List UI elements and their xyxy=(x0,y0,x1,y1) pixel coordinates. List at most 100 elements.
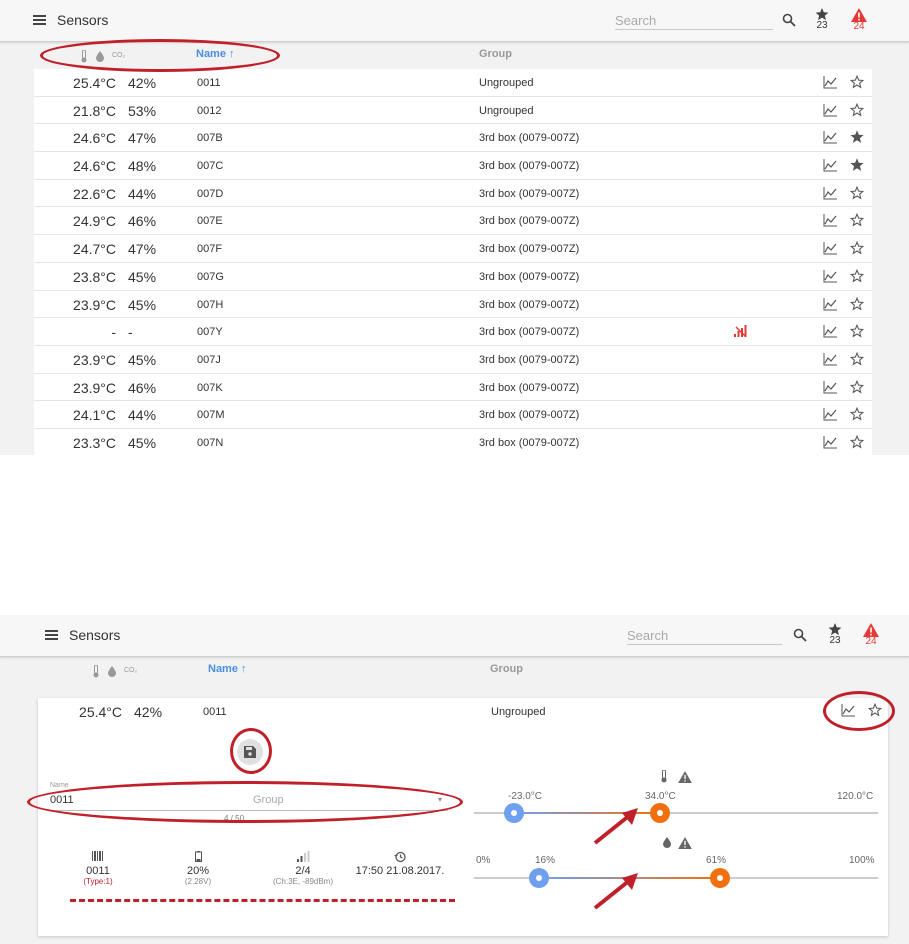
sensor-name: 007J xyxy=(197,353,221,366)
chart-icon[interactable] xyxy=(823,408,837,424)
sensor-name: 007M xyxy=(197,409,225,422)
star-outline-icon[interactable] xyxy=(849,296,865,314)
sensor-row[interactable]: 23.9°C 45% 007H 3rd box (0079-007Z) xyxy=(34,291,872,319)
star-outline-icon[interactable] xyxy=(849,240,865,258)
star-outline-icon[interactable] xyxy=(849,213,865,230)
chart-icon[interactable] xyxy=(823,269,837,286)
sensor-group: 3rd box (0079-007Z) xyxy=(479,436,580,449)
hum-max-label: 100% xyxy=(849,855,875,866)
chart-icon[interactable] xyxy=(823,76,837,92)
app-title: Sensors xyxy=(57,12,109,28)
sensor-row[interactable]: 22.6°C 44% 007D 3rd box (0079-007Z) xyxy=(34,180,872,208)
star-outline-icon[interactable] xyxy=(849,102,865,120)
chart-icon[interactable] xyxy=(823,325,837,341)
group-header[interactable]: Group xyxy=(479,48,512,60)
thermometer-icon xyxy=(661,770,667,783)
sensor-group: 3rd box (0079-007Z) xyxy=(479,326,580,339)
sensor-row[interactable]: 24.6°C 47% 007B 3rd box (0079-007Z) xyxy=(34,124,872,153)
sensor-row[interactable]: 23.9°C 46% 007K 3rd box (0079-007Z) xyxy=(34,374,872,402)
temp-min-label: -23.0°C xyxy=(508,791,543,802)
chart-icon[interactable] xyxy=(823,352,837,369)
star-filled-icon[interactable] xyxy=(850,158,864,175)
search-icon[interactable] xyxy=(793,628,807,642)
hum-high-thumb[interactable] xyxy=(710,868,731,888)
chart-icon[interactable] xyxy=(823,186,837,203)
group-input[interactable]: Group xyxy=(253,794,284,806)
menu-icon[interactable] xyxy=(33,15,46,25)
menu-icon[interactable] xyxy=(45,630,58,640)
sensor-row[interactable]: 21.8°C 53% 0012 Ungrouped xyxy=(34,97,872,125)
sensor-row[interactable]: 24.7°C 47% 007F 3rd box (0079-007Z) xyxy=(34,235,872,263)
star-outline-icon[interactable] xyxy=(849,434,865,452)
star-filled-icon[interactable] xyxy=(850,130,864,147)
save-button[interactable] xyxy=(237,739,263,765)
sensor-group: 3rd box (0079-007Z) xyxy=(479,381,580,394)
name-header-sort[interactable]: Name ↑ xyxy=(208,663,247,675)
annotation-arrow xyxy=(593,873,638,910)
star-outline-icon[interactable] xyxy=(849,351,865,369)
temperature-value: 23.3°C xyxy=(73,434,116,451)
sensor-group: 3rd box (0079-007Z) xyxy=(479,270,580,283)
sensor-group: 3rd box (0079-007Z) xyxy=(479,187,580,200)
dropdown-arrow-icon[interactable]: ▾ xyxy=(438,795,442,804)
chart-icon[interactable] xyxy=(823,159,837,175)
hum-low-label: 16% xyxy=(535,855,556,866)
star-outline-icon[interactable] xyxy=(868,703,882,717)
stat-subtext: (Ch:3E, -89dBm) xyxy=(272,877,334,886)
chart-icon[interactable] xyxy=(823,380,837,397)
stat-value: 17:50 21.08.2017. xyxy=(355,865,445,877)
field-underline xyxy=(50,810,448,811)
star-outline-icon[interactable] xyxy=(849,268,865,286)
search-input[interactable] xyxy=(615,12,773,30)
temp-high-thumb[interactable] xyxy=(649,803,670,823)
chart-icon[interactable] xyxy=(823,435,837,452)
temperature-value: 23.8°C xyxy=(73,268,116,285)
search-icon[interactable] xyxy=(782,13,796,27)
co2-header[interactable]: CO₂ xyxy=(112,52,125,59)
chart-icon[interactable] xyxy=(823,103,837,120)
sensor-name: 007D xyxy=(197,187,224,200)
name-header-sort[interactable]: Name ↑ xyxy=(196,48,235,60)
stat-value: 0011 xyxy=(86,865,110,877)
alerts-button[interactable]: 24 xyxy=(851,8,867,32)
sensor-row[interactable]: 25.4°C 42% 0011 Ungrouped xyxy=(34,69,872,97)
star-outline-icon[interactable] xyxy=(849,185,865,203)
temp-low-thumb[interactable] xyxy=(504,803,525,823)
group-header[interactable]: Group xyxy=(490,663,523,675)
sensor-row[interactable]: 23.8°C 45% 007G 3rd box (0079-007Z) xyxy=(34,263,872,291)
humidity-value: 44% xyxy=(128,407,157,424)
humidity-value: 45% xyxy=(128,351,157,368)
search-input[interactable] xyxy=(627,627,782,645)
humidity-value: 45% xyxy=(128,296,157,313)
sensor-row[interactable]: 23.3°C 45% 007N 3rd box (0079-007Z) xyxy=(34,429,872,455)
humidity-value: 46% xyxy=(128,379,157,396)
sensor-row[interactable]: 23.9°C 45% 007J 3rd box (0079-007Z) xyxy=(34,346,872,374)
sensor-row[interactable]: 24.9°C 46% 007E 3rd box (0079-007Z) xyxy=(34,207,872,236)
star-outline-icon[interactable] xyxy=(849,323,865,341)
humidity-value: 42% xyxy=(128,75,157,91)
sensor-row[interactable]: 24.6°C 48% 007C 3rd box (0079-007Z) xyxy=(34,152,872,180)
hum-min-label: 0% xyxy=(476,855,491,866)
battery-icon xyxy=(168,851,228,865)
hum-low-thumb[interactable] xyxy=(528,868,549,888)
star-outline-icon[interactable] xyxy=(849,407,865,424)
chart-icon[interactable] xyxy=(823,297,837,314)
co2-header[interactable]: CO₂ xyxy=(124,667,137,674)
favorites-button[interactable]: 23 xyxy=(828,623,842,646)
star-outline-icon[interactable] xyxy=(849,74,865,92)
name-input[interactable]: 0011 xyxy=(50,794,74,806)
sensor-row[interactable]: 24.1°C 44% 007M 3rd box (0079-007Z) xyxy=(34,401,872,429)
sensor-row[interactable]: - - 007Y 3rd box (0079-007Z) xyxy=(34,318,872,346)
floppy-disk-icon xyxy=(244,746,256,758)
humidity-value: 45% xyxy=(128,434,157,451)
chart-icon[interactable] xyxy=(841,704,855,717)
sensor-name: 007K xyxy=(197,381,223,394)
app-title: Sensors xyxy=(69,627,121,643)
favorites-button[interactable]: 23 xyxy=(815,8,829,31)
star-outline-icon[interactable] xyxy=(849,379,865,397)
chart-icon[interactable] xyxy=(823,131,837,147)
alerts-button[interactable]: 24 xyxy=(863,623,879,647)
chart-icon[interactable] xyxy=(823,242,837,258)
stat-battery: 20% (2.28V) xyxy=(168,851,228,886)
chart-icon[interactable] xyxy=(823,214,837,230)
